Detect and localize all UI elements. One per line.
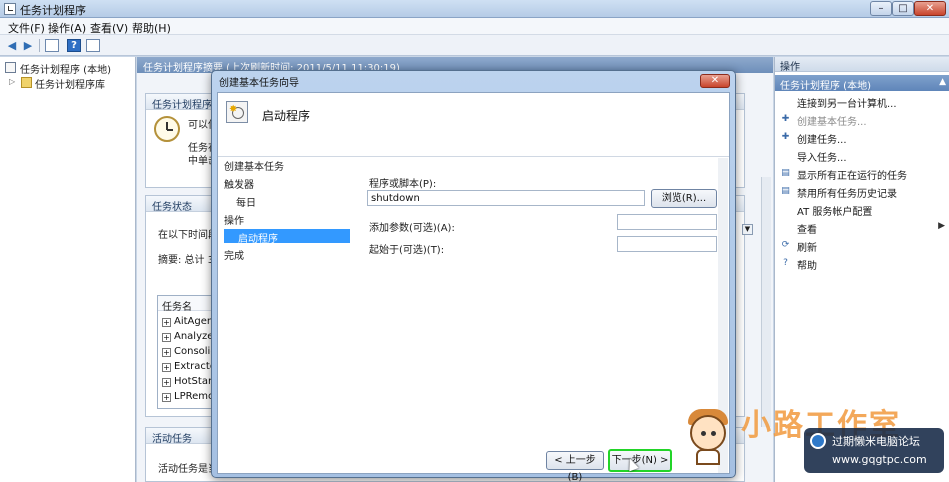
task-row[interactable]: + HotStart — [162, 376, 216, 387]
tree-item-label: 任务计划程序 (本地) — [20, 65, 111, 76]
menu-help[interactable]: 帮助(H) — [132, 20, 171, 36]
menu-action[interactable]: 操作(A) — [48, 20, 86, 36]
action-disable-history[interactable]: ▤ 禁用所有任务历史记录 — [775, 183, 949, 200]
step-finish[interactable]: 完成 — [224, 247, 244, 262]
forum-name: 过期懒米电脑论坛 — [832, 435, 920, 448]
step-start-program[interactable]: 启动程序 — [224, 229, 350, 245]
minimize-button[interactable]: – — [870, 1, 892, 16]
tree-item-library[interactable]: ▷ 任务计划程序库 — [0, 75, 136, 91]
dialog-body: ✸ 启动程序 创建基本任务 触发器 每日 操作 启动程序 完成 程序或脚本(P)… — [217, 92, 730, 482]
mascot-body — [696, 449, 720, 465]
active-tasks-text: 活动任务是当 — [158, 464, 218, 475]
action-icon — [780, 204, 791, 215]
back-arrow-icon[interactable]: ◀ — [5, 39, 19, 52]
show-hide-action-pane-icon[interactable] — [86, 39, 100, 52]
arguments-input[interactable] — [617, 214, 717, 230]
star-icon: ✸ — [229, 104, 238, 115]
wizard-header: ✸ 启动程序 — [218, 93, 729, 157]
back-button[interactable]: < 上一步(B) — [546, 451, 604, 482]
window-title: 任务计划程序 — [20, 4, 86, 17]
create-task-icon: ✚ — [781, 132, 790, 142]
action-icon — [780, 222, 791, 233]
expand-icon[interactable]: + — [162, 363, 171, 372]
close-button[interactable]: ✕ — [914, 1, 946, 16]
tree-item-label: 任务计划程序库 — [35, 80, 105, 91]
dialog-title: 创建基本任务向导 — [219, 78, 299, 89]
summary-scrollbar[interactable] — [761, 177, 771, 427]
action-icon — [780, 96, 791, 107]
action-refresh[interactable]: ⟳ 刷新 — [775, 237, 949, 254]
help-icon: ? — [783, 258, 788, 268]
action-create-basic-task[interactable]: ✚ 创建基本任务... — [775, 111, 949, 128]
toolbar: ◀ ▶ ? — [0, 35, 949, 56]
forum-logo-icon — [810, 433, 826, 449]
program-input[interactable] — [367, 190, 645, 206]
task-row[interactable]: + AitAgent — [162, 316, 217, 327]
wizard-steps: 创建基本任务 触发器 每日 操作 启动程序 完成 — [218, 158, 354, 473]
start-in-input[interactable] — [617, 236, 717, 252]
maximize-button[interactable]: □ — [892, 1, 914, 16]
clock-icon — [5, 62, 16, 73]
create-basic-task-wizard: 创建基本任务向导 ✕ ✸ 启动程序 创建基本任务 触发器 每日 操作 启动程序 … — [211, 70, 736, 482]
mascot-head — [690, 415, 726, 451]
action-show-running-tasks[interactable]: ▤ 显示所有正在运行的任务 — [775, 165, 949, 182]
forum-url: www.gqgtpc.com — [832, 453, 927, 466]
step-daily[interactable]: 每日 — [236, 194, 256, 209]
action-help[interactable]: ? 帮助 — [775, 255, 949, 272]
refresh-icon: ⟳ — [781, 240, 790, 250]
program-label: 程序或脚本(P): — [369, 179, 437, 190]
title-bar: 任务计划程序 – □ ✕ — [0, 0, 949, 18]
expand-icon[interactable]: ▷ — [9, 77, 15, 86]
mascot-eye — [701, 431, 706, 436]
wizard-clock-icon: ✸ — [226, 101, 248, 123]
menu-bar: 文件(F) 操作(A) 查看(V) 帮助(H) — [0, 18, 949, 35]
step-create-basic-task: 创建基本任务 — [224, 162, 284, 173]
action-import-task[interactable]: 导入任务... — [775, 147, 949, 164]
menu-view[interactable]: 查看(V) — [90, 20, 128, 36]
browse-button[interactable]: 浏览(R)... — [651, 189, 717, 208]
toolbar-separator — [39, 39, 40, 52]
status-text: 在以下时间段 — [158, 230, 218, 241]
tree-item-root[interactable]: 任务计划程序 (本地) — [0, 60, 136, 76]
menu-file[interactable]: 文件(F) — [8, 20, 45, 36]
expand-icon[interactable]: + — [162, 378, 171, 387]
show-hide-console-tree-icon[interactable] — [45, 39, 59, 52]
folder-icon — [21, 77, 32, 88]
forum-badge-watermark: 过期懒米电脑论坛 www.gqgtpc.com — [804, 428, 944, 473]
history-icon: ▤ — [781, 186, 790, 196]
expand-icon[interactable]: + — [162, 348, 171, 357]
task-scheduler-icon — [4, 3, 16, 15]
start-in-label: 起始于(可选)(T): — [369, 245, 445, 256]
help-icon[interactable]: ? — [67, 39, 81, 52]
step-action[interactable]: 操作 — [224, 212, 244, 227]
wizard-heading: 启动程序 — [262, 109, 311, 123]
running-tasks-icon: ▤ — [781, 168, 790, 178]
dropdown-arrow-icon[interactable]: ▼ — [742, 224, 753, 235]
actions-header: 操作 — [775, 57, 949, 73]
action-icon — [780, 150, 791, 161]
clock-icon — [154, 116, 180, 142]
dialog-close-button[interactable]: ✕ — [700, 74, 730, 88]
expand-icon[interactable]: + — [162, 333, 171, 342]
collapse-arrow-icon[interactable]: ▲ — [939, 77, 946, 87]
next-button[interactable]: 下一步(N) > — [608, 449, 672, 472]
step-trigger[interactable]: 触发器 — [224, 176, 254, 191]
action-view[interactable]: 查看 ▶ — [775, 219, 949, 236]
console-tree: 任务计划程序 (本地) ▷ 任务计划程序库 — [0, 57, 136, 482]
actions-subheader[interactable]: 任务计划程序 (本地) ▲ — [775, 75, 949, 92]
expand-icon[interactable]: + — [162, 393, 171, 402]
action-connect-computer[interactable]: 连接到另一台计算机... — [775, 93, 949, 110]
action-create-task[interactable]: ✚ 创建任务... — [775, 129, 949, 146]
mascot-watermark — [684, 405, 732, 465]
submenu-arrow-icon: ▶ — [938, 221, 945, 231]
arguments-label: 添加参数(可选)(A): — [369, 223, 455, 234]
expand-icon[interactable]: + — [162, 318, 171, 327]
create-basic-task-icon: ✚ — [781, 114, 790, 124]
forward-arrow-icon[interactable]: ▶ — [21, 39, 35, 52]
task-row[interactable]: + Consolid — [162, 346, 217, 357]
action-at-service-config[interactable]: AT 服务帐户配置 — [775, 201, 949, 218]
mascot-eye — [711, 431, 716, 436]
